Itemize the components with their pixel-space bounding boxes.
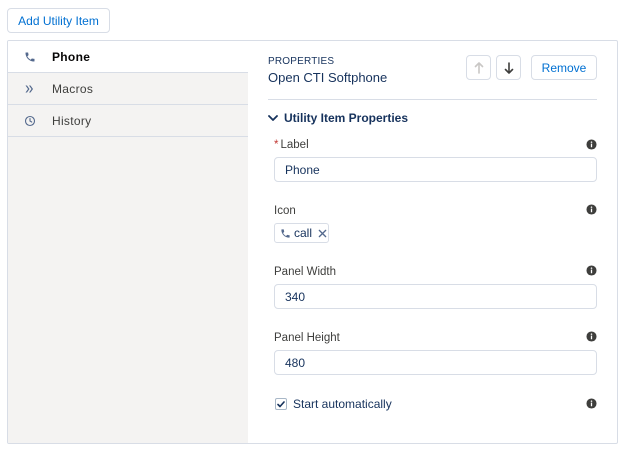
icon-pill-label: call (294, 226, 313, 240)
start-automatically-checkbox[interactable] (275, 398, 287, 410)
section-title: Utility Item Properties (284, 111, 409, 125)
properties-title: Open CTI Softphone (268, 70, 388, 85)
panel-width-input[interactable]: 340 (274, 284, 597, 309)
checkmark-icon (277, 400, 285, 407)
arrow-up-icon (474, 61, 484, 74)
section-toggle[interactable]: Utility Item Properties (268, 111, 408, 125)
label-input[interactable]: Phone (274, 157, 597, 182)
utility-items-panel: Phone Macros History PROPERTIES Open CTI… (7, 40, 618, 444)
sidebar-item-macros[interactable]: Macros (8, 73, 248, 105)
icon-pill[interactable]: call (274, 223, 329, 243)
info-icon[interactable] (586, 398, 597, 409)
add-utility-item-button[interactable]: Add Utility Item (7, 8, 110, 33)
panel-height-label: Panel Height (274, 332, 340, 344)
icon-field-label: Icon (274, 205, 296, 217)
info-icon[interactable] (586, 139, 597, 150)
panel-height-input[interactable]: 480 (274, 350, 597, 375)
move-down-button[interactable] (496, 55, 521, 80)
close-icon[interactable] (318, 229, 327, 238)
sidebar-item-label: Macros (52, 81, 94, 96)
sidebar-item-label: Phone (52, 49, 91, 64)
utility-item-list: Phone Macros History (8, 41, 248, 443)
divider (268, 99, 597, 100)
info-icon[interactable] (586, 204, 597, 215)
chevron-down-icon (268, 114, 278, 122)
properties-pane: PROPERTIES Open CTI Softphone Remove Uti… (248, 41, 617, 443)
label-field-text: Label (280, 139, 309, 151)
sidebar-item-label: History (52, 113, 92, 128)
start-automatically-label: Start automatically (293, 397, 392, 411)
remove-button[interactable]: Remove (531, 55, 597, 80)
label-field-label: * Label (274, 139, 309, 151)
sidebar-item-phone[interactable]: Phone (8, 41, 248, 73)
macros-icon (8, 83, 48, 95)
arrow-down-icon (504, 61, 514, 74)
properties-caption: PROPERTIES (268, 56, 335, 67)
info-icon[interactable] (586, 265, 597, 276)
history-icon (8, 115, 48, 127)
required-mark: * (274, 139, 279, 151)
phone-icon (8, 51, 48, 63)
move-up-button[interactable] (466, 55, 491, 80)
panel-width-label: Panel Width (274, 266, 337, 278)
call-icon (280, 228, 291, 239)
info-icon[interactable] (586, 331, 597, 342)
sidebar-item-history[interactable]: History (8, 105, 248, 137)
